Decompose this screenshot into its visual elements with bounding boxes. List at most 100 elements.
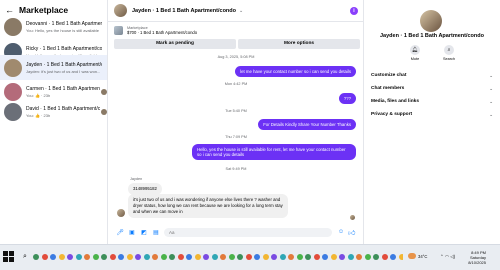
taskbar-app-icon[interactable] <box>118 254 124 260</box>
sticker-icon[interactable]: ◩ <box>140 229 148 236</box>
conversation-preview: Jayden: it's just two of us and I was wo… <box>26 68 101 74</box>
taskbar-app-icon[interactable] <box>169 254 175 260</box>
taskbar-app-icon[interactable] <box>211 254 218 260</box>
chat-pane: Jayden · 1 Bed 1 Bath Apartment/condo ⌄ … <box>108 0 364 244</box>
taskbar-app-icon[interactable] <box>203 254 209 260</box>
taskbar-app-icon[interactable] <box>356 254 362 260</box>
message-outgoing[interactable]: For Details Kindly Share Your Number Tha… <box>258 119 356 130</box>
panel-name: Jayden · 1 Bed 1 Bath Apartment/condo <box>379 33 484 39</box>
chat-header: Jayden · 1 Bed 1 Bath Apartment/condo ⌄ … <box>108 0 364 22</box>
taskbar-app-icon[interactable] <box>143 254 150 260</box>
taskbar-app-icon[interactable] <box>109 254 116 260</box>
conversation-text: David · 1 Bed 1 Bath Apartment/condo You… <box>26 106 100 118</box>
conversation-preview: You: 👍 · 23h <box>26 113 51 118</box>
timestamp: Tue 5:40 PM <box>225 109 247 113</box>
taskbar-app-icon[interactable] <box>228 254 235 260</box>
conversation-preview: You: 👍 · 23h <box>26 93 51 98</box>
taskbar-app-icon[interactable] <box>364 254 371 260</box>
taskbar-app-icon[interactable] <box>271 254 277 260</box>
avatar <box>420 10 442 32</box>
mute-label: Mute <box>410 57 420 61</box>
timestamp: Mon 4:42 PM <box>224 82 248 86</box>
photo-icon[interactable]: ▣ <box>128 229 136 236</box>
taskbar-app-icon[interactable] <box>50 254 56 260</box>
section-chat-members[interactable]: Chat members ⌄ <box>371 86 493 92</box>
search-button[interactable]: ⌕ Search <box>438 45 460 61</box>
taskbar-app-icon[interactable] <box>347 254 354 260</box>
gif-icon[interactable]: ▤ <box>152 229 160 236</box>
message-outgoing[interactable]: Hello, yes the house is still available … <box>192 144 356 160</box>
microphone-icon[interactable]: 🎤︎ <box>116 229 124 236</box>
emoji-icon[interactable]: ☺ <box>338 229 344 235</box>
windows-start-icon[interactable] <box>3 251 15 263</box>
message-input[interactable] <box>164 227 332 237</box>
listing-text: Marketplace $700 · 1 Bed 1 Bath Apartmen… <box>127 26 197 35</box>
clock-date: 8/10/2025 <box>468 260 486 265</box>
taskbar-app-icon[interactable] <box>67 254 73 260</box>
back-arrow-icon[interactable]: ← <box>5 5 14 15</box>
taskbar-app-icon[interactable] <box>41 254 48 260</box>
section-media-files[interactable]: Media, files and links ⌄ <box>371 99 493 105</box>
mark-as-pending-button[interactable]: Mark as pending <box>114 39 236 49</box>
taskbar-app-icon[interactable] <box>237 254 243 260</box>
weather-temp: 34°C <box>418 253 428 259</box>
timestamp: Thu 7:09 PM <box>225 135 247 139</box>
avatar[interactable] <box>114 4 127 17</box>
taskbar-app-icon[interactable] <box>101 254 107 260</box>
taskbar-app-icon[interactable] <box>75 254 82 260</box>
info-icon[interactable]: i <box>350 7 358 15</box>
taskbar-app-icon[interactable] <box>381 254 388 260</box>
message-outgoing[interactable]: let me have your contact number so i can… <box>235 66 356 77</box>
more-options-button[interactable]: More options <box>238 39 360 49</box>
weather-widget[interactable]: 34°C <box>408 253 427 259</box>
taskbar-app-icon[interactable] <box>288 254 294 260</box>
chevron-down-icon: ⌄ <box>489 73 493 78</box>
search-icon[interactable]: ⌕ <box>19 250 31 264</box>
conversation-item[interactable]: David · 1 Bed 1 Bath Apartment/condo You… <box>0 100 107 124</box>
taskbar-app-icon[interactable] <box>33 254 39 260</box>
message-outgoing[interactable]: ??? <box>338 93 356 104</box>
taskbar-app-icon[interactable] <box>262 254 269 260</box>
message-incoming[interactable]: it's just two of us and i was wondering … <box>128 194 288 218</box>
conversation-sidebar: ← Marketplace Deovanni · 1 Bed 1 Bath Ap… <box>0 0 108 244</box>
taskbar-app-icon[interactable] <box>245 254 252 260</box>
taskbar-app-icon[interactable] <box>152 254 158 260</box>
section-customize-chat[interactable]: Customize chat ⌄ <box>371 73 493 79</box>
taskbar-app-icon[interactable] <box>186 254 192 260</box>
taskbar-app-icon[interactable] <box>339 254 345 260</box>
listing-card[interactable]: Marketplace $700 · 1 Bed 1 Bath Apartmen… <box>114 23 358 37</box>
taskbar-app-icon[interactable] <box>373 254 379 260</box>
taskbar-app-icon[interactable] <box>84 254 90 260</box>
taskbar-app-icon[interactable] <box>330 254 337 260</box>
taskbar-app-icon[interactable] <box>177 254 184 260</box>
taskbar-app-icon[interactable] <box>92 254 99 260</box>
thumbs-up-icon[interactable]: 👍︎ <box>348 228 355 237</box>
taskbar-app-icon[interactable] <box>313 254 320 260</box>
chat-title[interactable]: Jayden · 1 Bed 1 Bath Apartment/condo <box>132 8 236 14</box>
details-panel: Jayden · 1 Bed 1 Bath Apartment/condo 🔔︎… <box>364 0 500 244</box>
taskbar-app-icon[interactable] <box>254 254 260 260</box>
taskbar-app-icon[interactable] <box>194 254 201 260</box>
conversation-item-active[interactable]: Jayden · 1 Bed 1 Bath Apartment/condo Ja… <box>0 55 107 80</box>
system-tray[interactable]: ⌃ ◠ ◁) <box>440 254 455 260</box>
taskbar-app-icon[interactable] <box>135 254 141 260</box>
mute-button[interactable]: 🔔︎ Mute <box>404 45 426 61</box>
taskbar-app-icon[interactable] <box>279 254 286 260</box>
taskbar-app-icon[interactable] <box>160 254 167 260</box>
section-privacy-support[interactable]: Privacy & support ⌄ <box>371 112 493 118</box>
taskbar-app-icon[interactable] <box>220 254 226 260</box>
taskbar-app-icon[interactable] <box>296 254 303 260</box>
taskbar-app-icon[interactable] <box>390 254 396 260</box>
taskbar-app-icon[interactable] <box>398 254 403 260</box>
taskbar-app-icon[interactable] <box>58 254 65 260</box>
taskbar-app-icon[interactable] <box>305 254 311 260</box>
sidebar-title: Marketplace <box>19 5 69 15</box>
conversation-item[interactable]: Deovanni · 1 Bed 1 Bath Apartment/condo … <box>0 15 107 39</box>
bell-icon: 🔔︎ <box>410 45 420 55</box>
taskbar-app-icon[interactable] <box>322 254 328 260</box>
chevron-down-icon[interactable]: ⌄ <box>239 8 243 14</box>
avatar <box>4 83 22 101</box>
clock[interactable]: 8:49 PM Saturday 8/10/2025 <box>460 250 486 265</box>
messenger-window: ← Marketplace Deovanni · 1 Bed 1 Bath Ap… <box>0 0 500 244</box>
taskbar-app-icon[interactable] <box>126 254 133 260</box>
